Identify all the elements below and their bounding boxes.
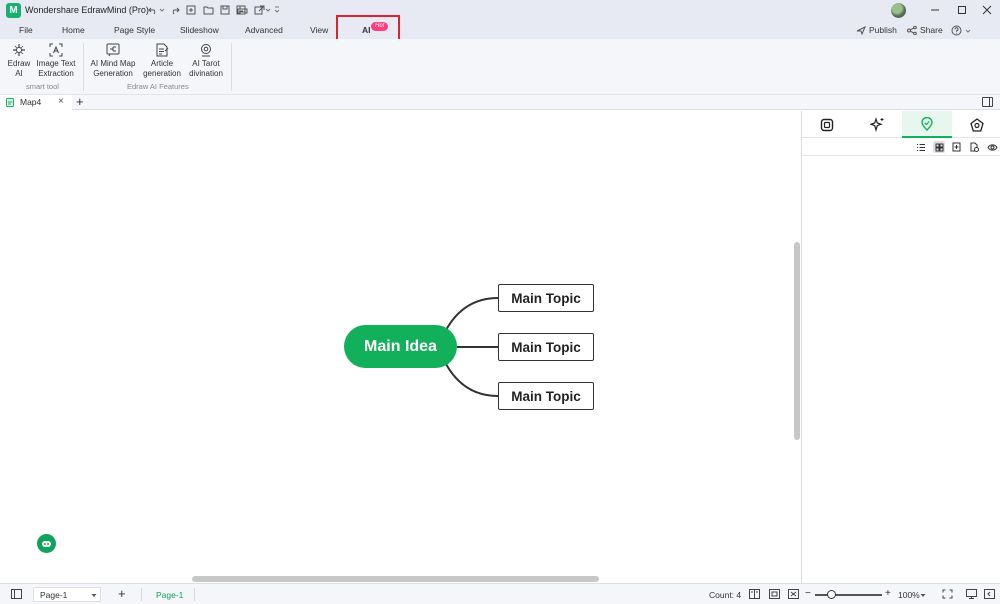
ai-sparkle-tab[interactable] xyxy=(852,111,902,138)
vertical-scrollbar[interactable] xyxy=(794,242,800,440)
zoom-in-button[interactable]: + xyxy=(885,588,891,599)
connector-top xyxy=(445,297,499,331)
present-icon[interactable] xyxy=(966,589,977,599)
right-panel-toolbar xyxy=(802,138,1000,156)
status-bar: Page-1 + Page-1 Count: 4 − + 100% xyxy=(0,583,1000,604)
fit-page-icon[interactable] xyxy=(769,589,780,599)
status-separator xyxy=(141,588,142,601)
add-page-icon[interactable] xyxy=(951,141,963,153)
zoom-dropdown-icon[interactable] xyxy=(920,593,926,598)
main-topic-node-3[interactable]: Main Topic xyxy=(498,382,594,410)
connector-bottom xyxy=(445,363,499,397)
add-page-button[interactable]: + xyxy=(118,586,126,601)
bot-face xyxy=(42,540,51,547)
zoom-out-button[interactable]: − xyxy=(805,588,811,599)
fullscreen-icon[interactable] xyxy=(942,589,953,599)
page-format-tab[interactable] xyxy=(802,111,852,138)
page-select-caret-icon xyxy=(91,594,97,597)
right-panel-tabs xyxy=(802,111,1000,138)
page-panel-toggle-icon[interactable] xyxy=(11,589,22,599)
location-pin-tab[interactable] xyxy=(902,111,952,138)
fit-window-icon[interactable] xyxy=(788,589,799,599)
collapse-panel-icon[interactable] xyxy=(984,589,995,599)
ai-assistant-bot-icon[interactable] xyxy=(37,534,56,553)
node-count: Count: 4 xyxy=(709,590,742,600)
theme-icon xyxy=(970,117,984,132)
page-select-value: Page-1 xyxy=(40,590,68,600)
zoom-slider-knob[interactable] xyxy=(827,590,836,599)
status-separator-2 xyxy=(194,588,195,601)
main-topic-node-1[interactable]: Main Topic xyxy=(498,284,594,312)
book-view-icon[interactable] xyxy=(749,589,760,599)
main-idea-node[interactable]: Main Idea xyxy=(344,325,457,368)
page-select-dropdown[interactable]: Page-1 xyxy=(33,587,101,602)
preview-eye-icon[interactable] xyxy=(986,141,998,153)
page-tab-active[interactable]: Page-1 xyxy=(156,590,183,600)
outline-list-icon[interactable] xyxy=(915,141,927,153)
page-format-icon xyxy=(820,118,834,131)
location-pin-icon xyxy=(921,116,933,131)
horizontal-scrollbar[interactable] xyxy=(192,576,599,582)
main-topic-node-2[interactable]: Main Topic xyxy=(498,333,594,361)
zoom-slider-track[interactable] xyxy=(815,594,882,596)
add-note-icon[interactable] xyxy=(968,141,980,153)
grid-view-icon[interactable] xyxy=(933,141,945,153)
zoom-level[interactable]: 100% xyxy=(898,590,920,600)
theme-tab[interactable] xyxy=(952,111,1000,138)
right-panel xyxy=(801,111,1000,583)
ai-sparkle-icon xyxy=(869,117,883,132)
